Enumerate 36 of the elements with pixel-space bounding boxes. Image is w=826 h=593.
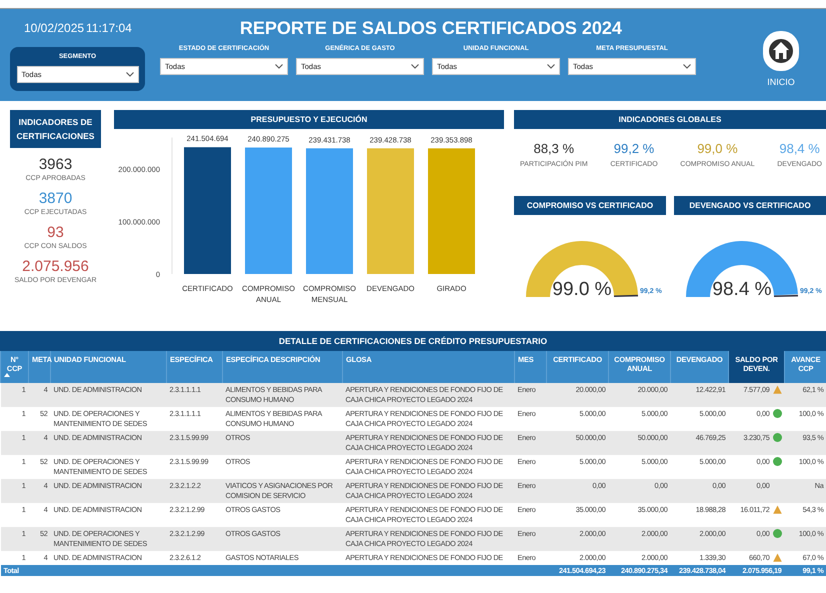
kpi-value: 3963 <box>38 156 72 173</box>
kpi-value: 2.075.956 <box>22 258 89 275</box>
gauge-value: 99.0 % <box>552 279 612 300</box>
kpi-value: 88,3 % <box>534 141 574 156</box>
section-title: PRESUPUESTO Y EJECUCIÓN <box>114 110 504 129</box>
chevron-down-icon <box>275 64 283 69</box>
warning-triangle-icon <box>772 505 782 514</box>
sort-icon <box>4 373 10 377</box>
gauge-value: 98.4 % <box>712 279 772 300</box>
chevron-down-icon <box>411 64 419 69</box>
status-dot-icon <box>772 457 782 466</box>
section-title: INDICADORES DE CERTIFICACIONES <box>10 110 101 148</box>
kpi-value: 3870 <box>38 190 72 207</box>
time: 11:17:04 <box>86 21 132 35</box>
target-marker <box>774 294 798 297</box>
report-title: REPORTE DE SALDOS CERTIFICADOS 2024 <box>240 18 622 38</box>
chevron-down-icon <box>126 72 134 77</box>
target-marker <box>614 294 638 297</box>
kpi-value: 93 <box>47 224 64 241</box>
section-title: DEVENGADO VS CERTIFICADO <box>674 196 826 215</box>
warning-triangle-icon <box>772 385 782 394</box>
kpi-value: 98,4 % <box>779 141 820 156</box>
section-title: INDICADORES GLOBALES <box>514 110 826 129</box>
chevron-down-icon <box>683 64 691 69</box>
kpi-value: 99,0 % <box>697 141 738 156</box>
table-title: DETALLE DE CERTIFICACIONES DE CRÉDITO PRESUPUESTARIO <box>0 331 826 351</box>
chevron-down-icon <box>547 64 555 69</box>
home-label[interactable]: INICIO <box>767 77 795 87</box>
home-icon[interactable] <box>763 31 799 71</box>
warning-triangle-icon <box>772 553 782 562</box>
kpi-value: 99,2 % <box>614 141 654 156</box>
section-title: COMPROMISO VS CERTIFICADO <box>514 196 666 215</box>
status-dot-icon <box>772 409 782 418</box>
status-dot-icon <box>772 529 782 538</box>
date: 10/02/2025 <box>23 21 86 35</box>
status-dot-icon <box>772 433 782 442</box>
